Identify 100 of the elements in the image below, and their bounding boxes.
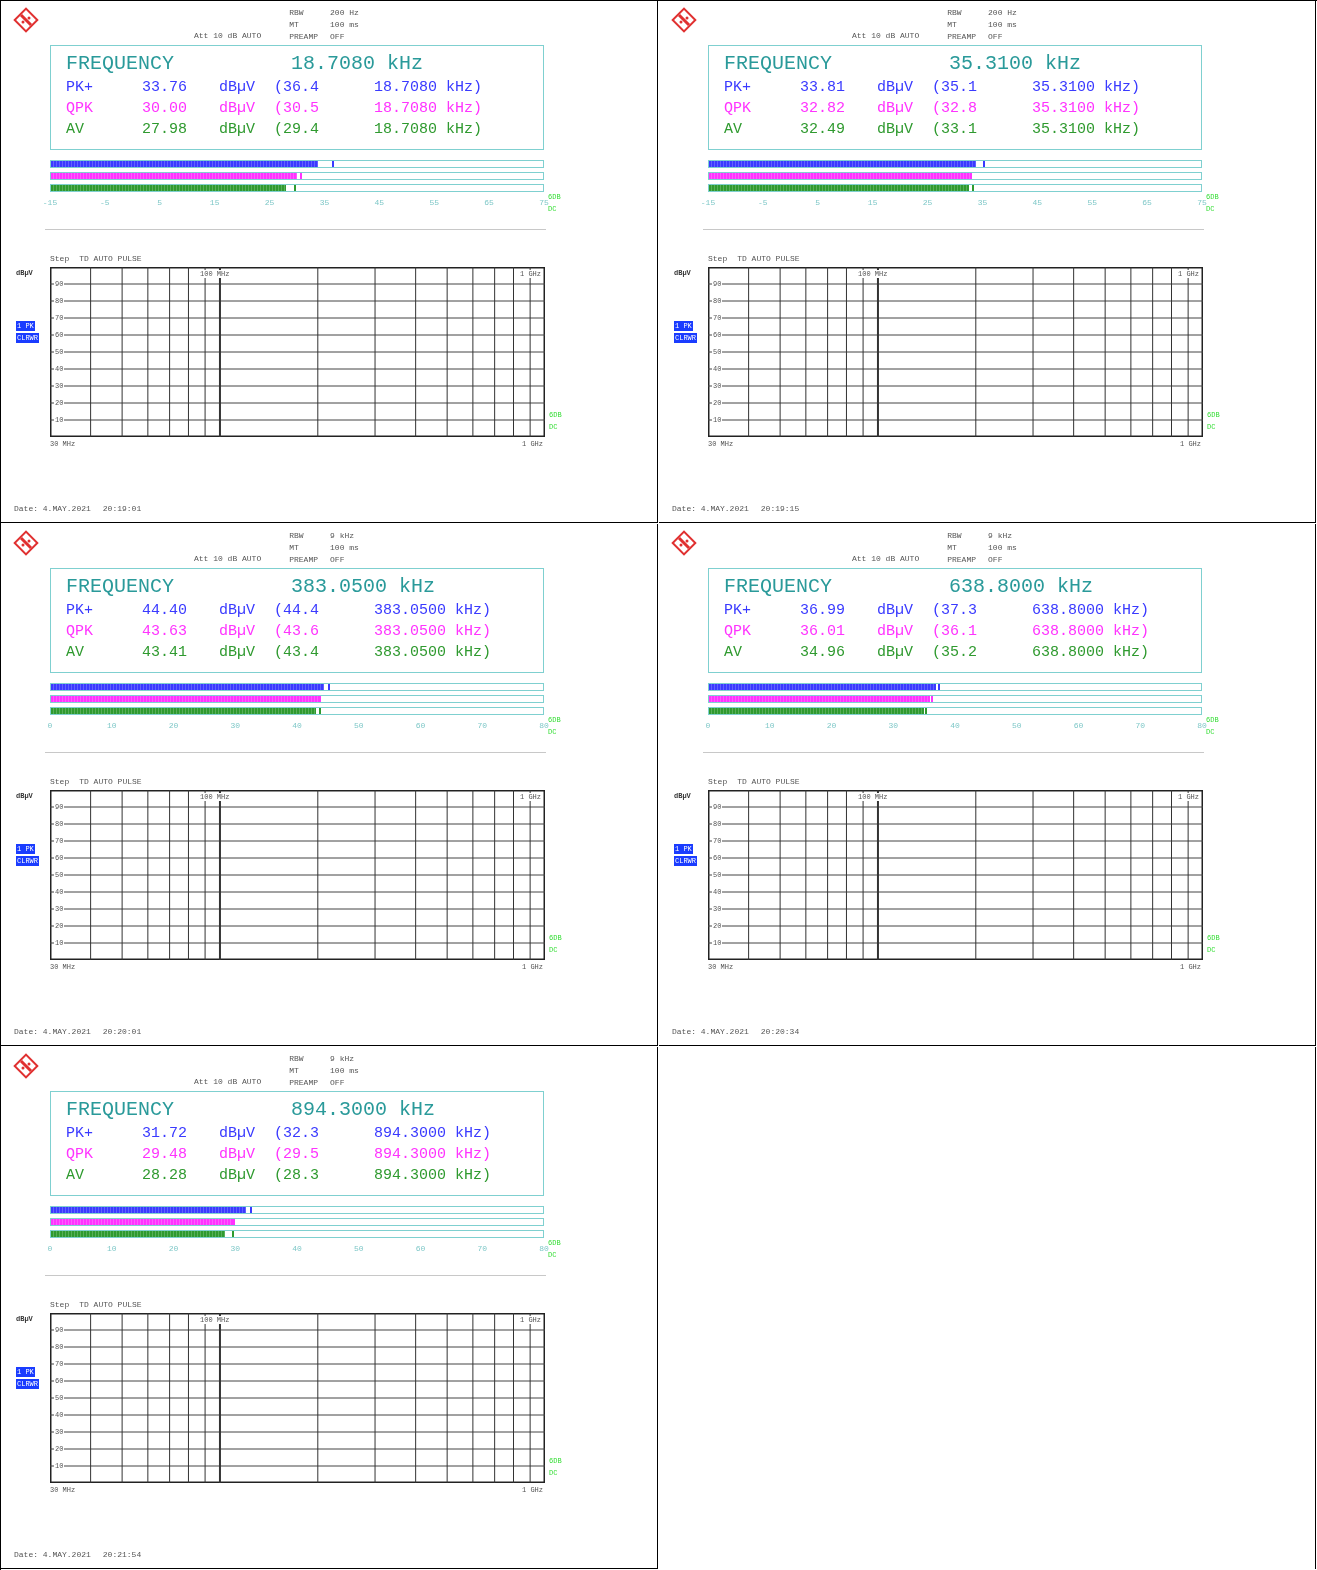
frequency-value: 383.0500 kHz) [374, 601, 493, 621]
scale-tick-label: 60 [415, 1244, 426, 1254]
scale-tick-label: 0 [705, 721, 711, 731]
setting-value: 9 kHz [988, 530, 1014, 542]
scale-tick-label: 20 [826, 721, 837, 731]
time-label: 20:20:01 [102, 1027, 142, 1037]
scale-tick-label: 65 [484, 198, 494, 208]
setting-value: OFF [330, 554, 346, 566]
scale-tick-label: 20 [168, 721, 179, 731]
peak-value: (36.1 [932, 622, 978, 642]
setting-label: MT [947, 19, 958, 31]
frequency-value: 35.3100 kHz) [1032, 120, 1142, 140]
level-value: 32.49 [800, 120, 846, 140]
time-label: 20:19:15 [760, 504, 800, 514]
level-value: 32.82 [800, 99, 846, 119]
diamond-logo-icon [13, 1053, 39, 1079]
setting-label: RBW [289, 530, 305, 542]
setting-value: OFF [988, 31, 1004, 43]
attenuation-label: Att 10 dB AUTO [194, 1076, 262, 1088]
peak-value: (29.4 [274, 120, 320, 140]
detector-name: PK+ [724, 601, 752, 621]
setting-label: MT [947, 542, 958, 554]
unit-label: dBµV [877, 78, 914, 98]
scale-tick-label: 70 [477, 721, 488, 731]
scale-tick-label: 15 [209, 198, 220, 208]
level-value: 27.98 [142, 120, 188, 140]
diamond-logo-icon [13, 7, 39, 33]
mode-label: Step [50, 777, 70, 787]
detector-name: AV [66, 643, 85, 663]
attenuation-label: Att 10 dB AUTO [194, 30, 262, 42]
detector-name: QPK [724, 99, 752, 119]
frequency-value: 383.0500 kHz) [374, 622, 493, 642]
mode-label: TD AUTO PULSE [79, 777, 142, 787]
scale-tick-label: 40 [292, 721, 302, 731]
frequency-value: 383.0500 kHz [291, 574, 436, 600]
setting-value: OFF [330, 1077, 346, 1089]
scale-tick-label: -5 [758, 198, 768, 208]
scale-tick-label: 50 [353, 1244, 364, 1254]
level-value: 36.99 [800, 601, 846, 621]
unit-label: dBµV [219, 78, 256, 98]
attenuation-label: Att 10 dB AUTO [852, 553, 920, 565]
unit-label: dBµV [219, 622, 256, 642]
level-value: 30.00 [142, 99, 188, 119]
scale-tick-label: 50 [353, 721, 364, 731]
unit-label: dBµV [219, 1124, 256, 1144]
scale-tick-label: 40 [950, 721, 960, 731]
time-label: 20:21:54 [102, 1550, 142, 1560]
scale-tick-label: 30 [888, 721, 899, 731]
peak-value: (32.3 [274, 1124, 320, 1144]
scale-tick-label: 65 [1142, 198, 1152, 208]
peak-value: (32.8 [932, 99, 978, 119]
level-value: 43.41 [142, 643, 188, 663]
mode-label: TD AUTO PULSE [737, 777, 800, 787]
scale-tick-label: 60 [415, 721, 426, 731]
frequency-value: 35.3100 kHz [949, 51, 1082, 77]
setting-label: PREAMP [289, 1077, 319, 1089]
setting-label: PREAMP [947, 31, 977, 43]
setting-label: RBW [947, 530, 963, 542]
diamond-logo-icon [671, 530, 697, 556]
peak-value: (43.6 [274, 622, 320, 642]
scale-tick-label: 55 [1087, 198, 1097, 208]
scale-tick-label: 80 [539, 1244, 549, 1253]
scale-tick-label: 40 [292, 1244, 302, 1254]
scale-tick-label: 55 [429, 198, 439, 208]
frequency-value: 638.8000 kHz) [1032, 622, 1151, 642]
scale-tick-label: 50 [1011, 721, 1022, 731]
frequency-value: 894.3000 kHz) [374, 1145, 493, 1165]
frequency-value: 35.3100 kHz) [1032, 99, 1142, 119]
detector-name: AV [724, 643, 743, 663]
detector-name: QPK [66, 1145, 94, 1165]
detector-name: AV [66, 1166, 85, 1186]
mode-label: Step [708, 777, 728, 787]
peak-value: (35.1 [932, 78, 978, 98]
scale-tick-label: 0 [47, 1244, 53, 1254]
scale-tick-label: 70 [1135, 721, 1146, 731]
peak-value: (43.4 [274, 643, 320, 663]
detector-name: PK+ [66, 78, 94, 98]
frequency-value: 18.7080 kHz) [374, 78, 484, 98]
frequency-value: 638.8000 kHz [949, 574, 1094, 600]
scale-tick-label: 75 [1197, 198, 1207, 207]
detector-name: QPK [66, 622, 94, 642]
detector-name: AV [66, 120, 85, 140]
diamond-logo-icon [13, 530, 39, 556]
frequency-value: 638.8000 kHz) [1032, 601, 1151, 621]
unit-label: dBµV [877, 601, 914, 621]
scale-tick-label: 10 [764, 721, 775, 731]
peak-value: (44.4 [274, 601, 320, 621]
setting-label: RBW [289, 1053, 305, 1065]
mode-label: TD AUTO PULSE [79, 254, 142, 264]
setting-value: 200 Hz [988, 7, 1017, 19]
scale-tick-label: 35 [977, 198, 988, 208]
mode-label: Step [50, 254, 70, 264]
frequency-label: FREQUENCY [66, 1097, 176, 1123]
detector-name: PK+ [66, 1124, 94, 1144]
scale-tick-label: 5 [815, 198, 821, 208]
scale-tick-label: 75 [539, 198, 549, 207]
detector-name: PK+ [66, 601, 94, 621]
level-value: 36.01 [800, 622, 846, 642]
setting-label: PREAMP [289, 554, 319, 566]
scale-tick-label: 0 [47, 721, 53, 731]
